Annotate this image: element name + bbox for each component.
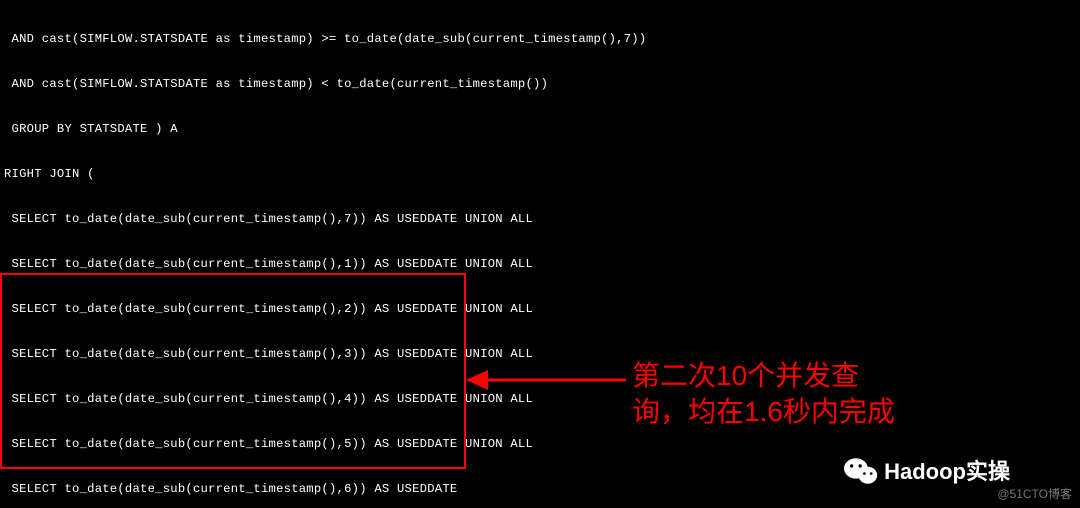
code-line: GROUP BY STATSDATE ) A (4, 122, 1076, 137)
watermark-logo: Hadoop实操 (844, 456, 1010, 486)
terminal-output[interactable]: AND cast(SIMFLOW.STATSDATE as timestamp)… (0, 0, 1080, 508)
code-line: AND cast(SIMFLOW.STATSDATE as timestamp)… (4, 77, 1076, 92)
code-line: SELECT to_date(date_sub(current_timestam… (4, 212, 1076, 227)
code-line: SELECT to_date(date_sub(current_timestam… (4, 347, 1076, 362)
code-line: SELECT to_date(date_sub(current_timestam… (4, 257, 1076, 272)
credit-text: @51CTO博客 (997, 487, 1072, 502)
watermark-text: Hadoop实操 (884, 464, 1010, 479)
code-line: SELECT to_date(date_sub(current_timestam… (4, 437, 1076, 452)
code-line: AND cast(SIMFLOW.STATSDATE as timestamp)… (4, 32, 1076, 47)
wechat-icon (844, 456, 878, 486)
code-line: SELECT to_date(date_sub(current_timestam… (4, 392, 1076, 407)
code-line: SELECT to_date(date_sub(current_timestam… (4, 302, 1076, 317)
code-line: RIGHT JOIN ( (4, 167, 1076, 182)
